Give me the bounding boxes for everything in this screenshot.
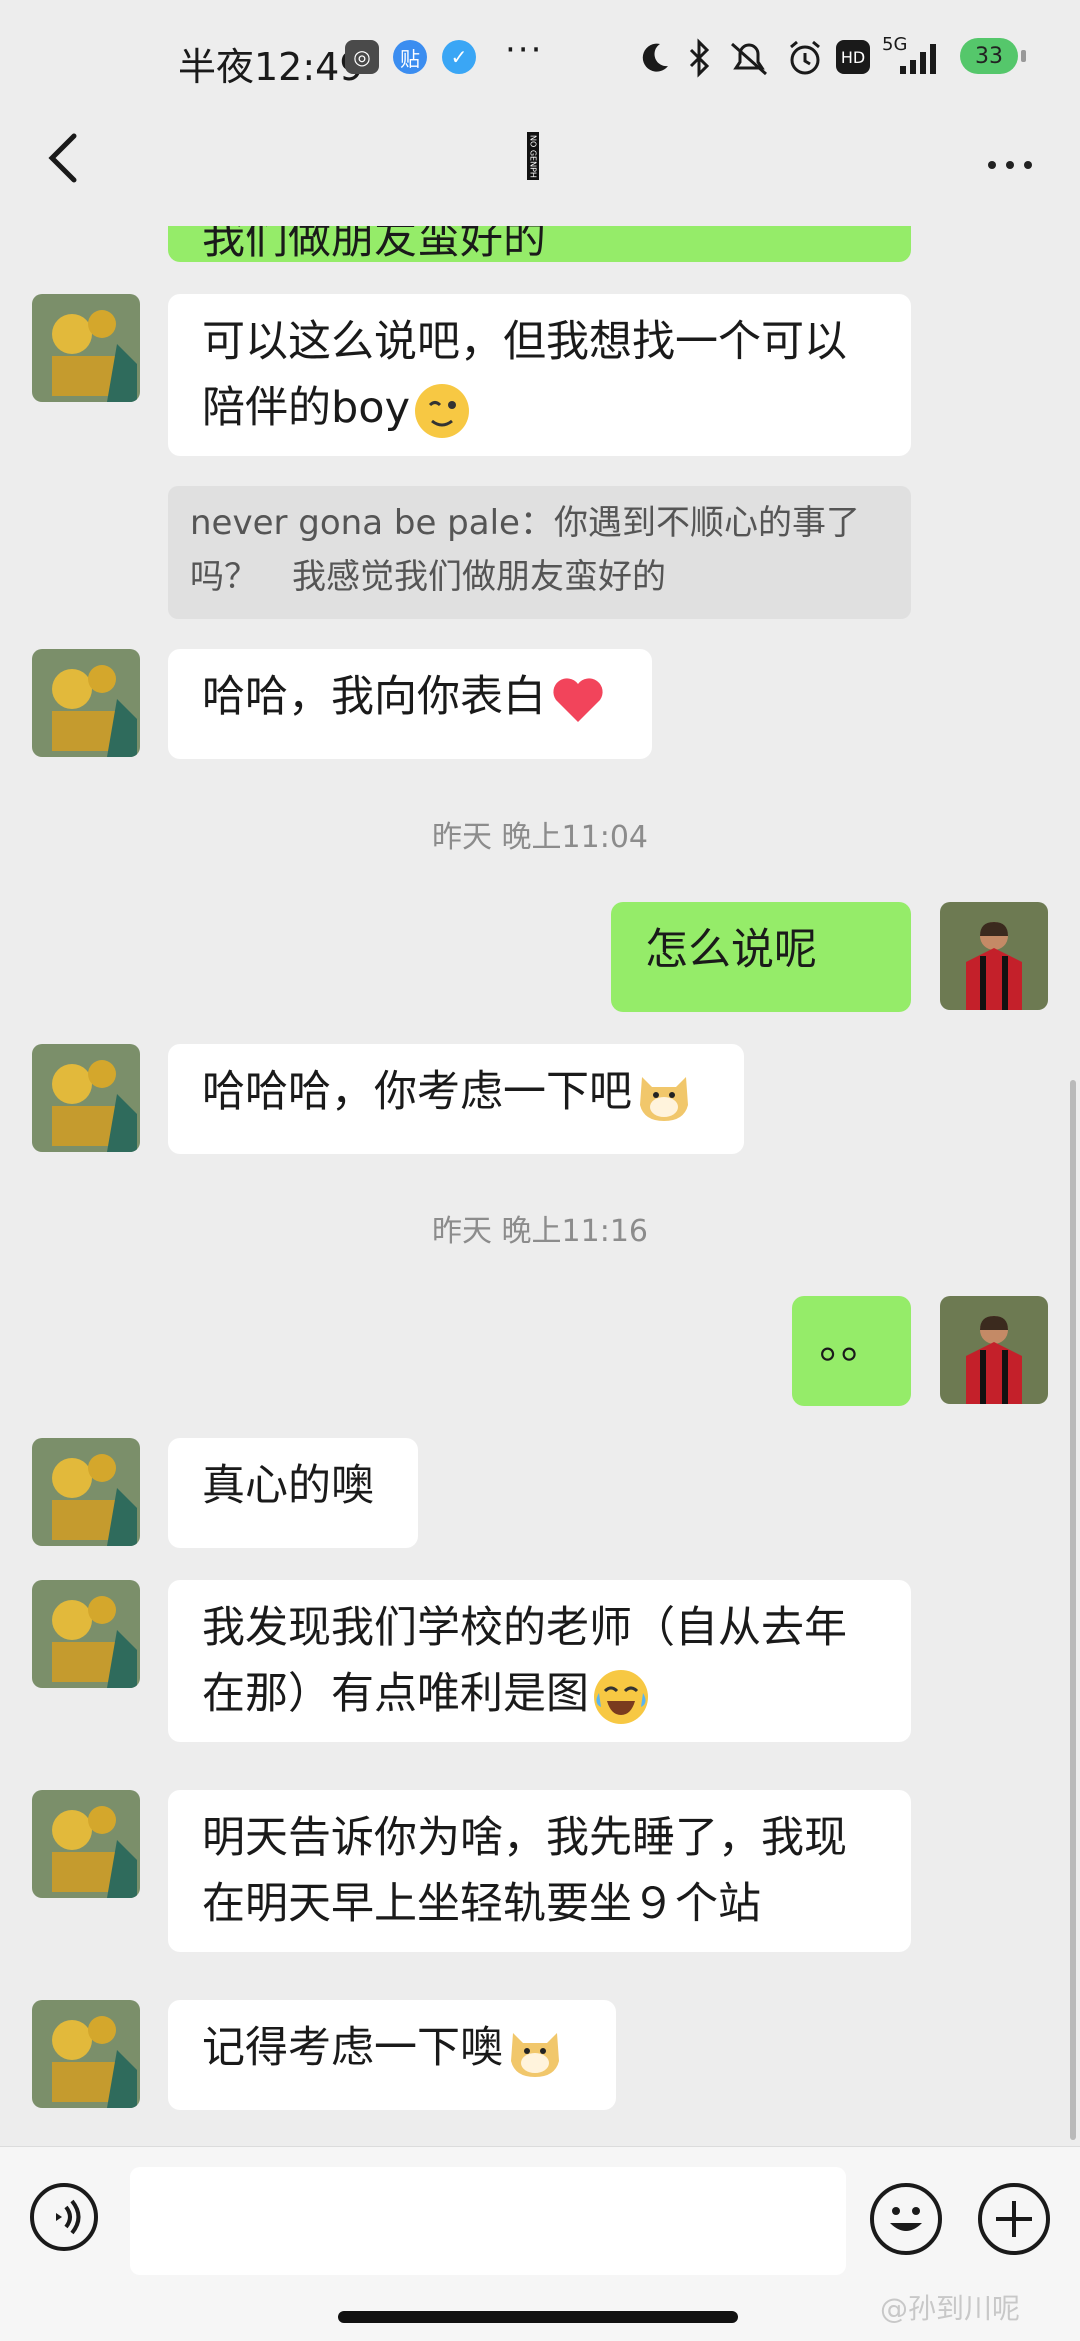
- message-text: 哈哈哈，你考虑一下吧: [202, 1067, 632, 1117]
- contact-avatar[interactable]: [32, 1438, 140, 1546]
- laugh-cry-emoji-icon: [594, 1669, 648, 1724]
- status-time: 半夜12:49: [178, 45, 364, 89]
- message-bubble[interactable]: 哈哈哈，你考虑一下吧: [168, 1044, 744, 1154]
- more-actions-button[interactable]: [978, 2183, 1050, 2255]
- message-text: 可以这么说吧，但我想找一个可以陪伴的boy: [202, 317, 847, 433]
- message-list[interactable]: 我们做朋友蛮好的 可以这么说吧，但我想找一个可以陪伴的boy never gon…: [0, 226, 1080, 2146]
- timestamp: 昨天 晚上11:16: [432, 1214, 648, 1249]
- app-notification-icon: ◎: [345, 40, 379, 74]
- message-bubble[interactable]: 记得考虑一下噢: [168, 2000, 616, 2110]
- message-text: 真心的噢: [202, 1461, 374, 1511]
- hd-icon: HD: [836, 40, 870, 74]
- message-text: 怎么说呢: [645, 925, 817, 975]
- more-notifications-icon: ···: [505, 30, 544, 70]
- message-bubble[interactable]: 我们做朋友蛮好的: [168, 226, 911, 264]
- message-bubble[interactable]: 哈哈，我向你表白: [168, 649, 652, 759]
- contact-avatar[interactable]: [32, 2000, 140, 2108]
- message-bubble[interactable]: 可以这么说吧，但我想找一个可以陪伴的boy: [168, 294, 911, 456]
- doge-emoji-icon: [640, 1076, 688, 1121]
- wink-emoji-icon: [415, 383, 470, 438]
- message-text: 明天告诉你为啥，我先睡了，我现在明天早上坐轻轨要坐９个站: [202, 1813, 847, 1929]
- voice-icon: [56, 2199, 81, 2235]
- message-bubble[interactable]: 。。: [792, 1296, 911, 1406]
- doge-emoji-icon: [511, 2032, 559, 2077]
- moon-icon: [642, 43, 668, 72]
- plus-icon: [996, 2201, 1032, 2237]
- timestamp: 昨天 晚上11:04: [432, 820, 648, 855]
- signal-icon: [900, 44, 936, 74]
- chat-title: NO GENPH: [527, 132, 539, 180]
- contact-avatar[interactable]: [32, 1580, 140, 1688]
- watermark: @孙到川呢: [880, 2292, 1021, 2325]
- mute-icon: [731, 42, 767, 76]
- contact-avatar[interactable]: [32, 1790, 140, 1898]
- my-avatar[interactable]: [940, 902, 1048, 1010]
- heart-emoji-icon: [553, 677, 603, 722]
- bluetooth-icon: [689, 38, 710, 78]
- message-text: 记得考虑一下噢: [202, 2023, 503, 2073]
- emoji-button[interactable]: [870, 2183, 942, 2255]
- message-bubble[interactable]: 真心的噢: [168, 1438, 418, 1548]
- chevron-left-icon[interactable]: [30, 118, 100, 198]
- contact-avatar[interactable]: [32, 1044, 140, 1152]
- message-text: 。。: [819, 1319, 884, 1369]
- message-bubble[interactable]: 明天告诉你为啥，我先睡了，我现在明天早上坐轻轨要坐９个站: [168, 1790, 911, 1952]
- more-dots-icon: [988, 161, 996, 169]
- message-text: 哈哈，我向你表白: [202, 672, 546, 722]
- message-bubble[interactable]: 我发现我们学校的老师（自从去年在那）有点唯利是图: [168, 1580, 911, 1742]
- input-bar: @孙到川呢: [0, 2146, 1080, 2341]
- message-bubble[interactable]: 怎么说呢: [611, 902, 911, 1012]
- quoted-message[interactable]: never gona be pale：你遇到不顺心的事了吗？ 我感觉我们做朋友蛮…: [168, 486, 911, 619]
- contact-avatar[interactable]: [32, 649, 140, 757]
- tieba-icon: 贴: [393, 40, 427, 74]
- alarm-icon: [790, 40, 820, 75]
- message-input[interactable]: [130, 2167, 846, 2275]
- message-text: 我发现我们学校的老师（自从去年在那）有点唯利是图: [202, 1603, 847, 1719]
- battery-indicator: 33: [960, 38, 1026, 74]
- home-indicator[interactable]: [338, 2311, 738, 2323]
- more-options-button[interactable]: [970, 150, 1050, 180]
- smiley-icon: [890, 2207, 922, 2231]
- check-badge-icon: ✓: [442, 40, 476, 74]
- voice-button[interactable]: [30, 2183, 98, 2251]
- my-avatar[interactable]: [940, 1296, 1048, 1404]
- scrollbar[interactable]: [1070, 1080, 1076, 2140]
- contact-avatar[interactable]: [32, 294, 140, 402]
- status-bar: 半夜12:49 ◎ 贴 ✓ ··· HD 5G 33: [0, 0, 1080, 118]
